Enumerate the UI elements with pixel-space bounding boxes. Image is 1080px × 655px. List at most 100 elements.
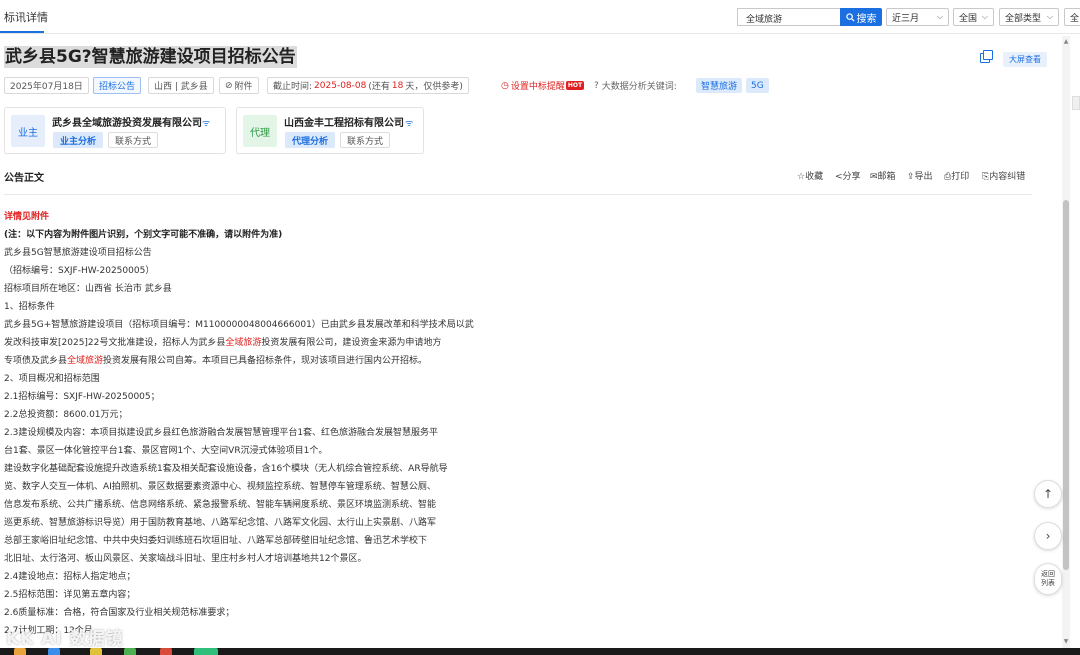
report-error-label: 内容纠错 (989, 172, 1026, 182)
chevron-right-circle-icon: › (1045, 529, 1051, 543)
body-line: 2.3建设规模及内容：本项目拟建设武乡县红色旅游融合发展智慧管理平台1套、红色旅… (4, 428, 439, 438)
favorite-label: 收藏 (805, 172, 824, 182)
deadline-prefix: 截止时间: (273, 82, 313, 92)
share-button[interactable]: <分享 (835, 169, 861, 182)
body-line: （招标编号：SXJF-HW-20250005） (4, 266, 155, 276)
tab-bid-detail[interactable]: 标讯详情 (4, 9, 48, 25)
active-tab-indicator (0, 31, 44, 33)
print-button[interactable]: ⎙打印 (944, 169, 969, 182)
watermark-logo: KK AI 数据镜 (6, 629, 124, 649)
body-line: 2、项目概况和招标范围 (4, 374, 100, 384)
follow-eye-icon[interactable]: ᯤ (202, 116, 210, 129)
owner-analysis-button[interactable]: 业主分析 (53, 132, 103, 148)
owner-name[interactable]: 武乡县全域旅游投资发展有限公司 (52, 114, 202, 129)
deadline: 截止时间: 2025-08-08 (还有 18 天，仅供参考) (267, 77, 469, 94)
time-range-select[interactable]: 近三月 ⌵ (886, 8, 949, 26)
agent-card: 代理 山西金丰工程招标有限公司 ᯤ 代理分析 联系方式 (236, 107, 424, 154)
export-icon: ⇪ (907, 172, 915, 182)
deadline-days: 18 (391, 80, 404, 91)
body-line: 2.1招标编号：SXJF-HW-20250005； (4, 392, 160, 402)
body-line: 总部王家峪旧址纪念馆、中共中央妇委妇训练班石坎垣旧址、八路军总部砖壁旧址纪念馆、… (4, 536, 428, 546)
alarm-clock-icon: ◷ (501, 80, 509, 91)
paperclip-icon: ⊘ (225, 80, 233, 91)
help-icon: ? (594, 80, 599, 91)
keyword-highlight: 全域旅游 (67, 356, 104, 366)
keyword-tag[interactable]: 5G (746, 78, 769, 93)
body-line: 武乡县5G智慧旅游建设项目招标公告 (4, 248, 152, 258)
scroll-up-arrow-icon[interactable]: ▲ (1062, 38, 1070, 45)
search-button-label: 搜索 (856, 13, 877, 25)
search-icon (845, 12, 855, 22)
body-line: 2.5招标范围：详见第五章内容； (4, 590, 136, 600)
back-to-top-button[interactable]: ↑ (1034, 480, 1062, 508)
owner-role-badge: 业主 (11, 115, 45, 147)
body-line: 武乡县5G+智慧旅游建设项目（招标项目编号：M11000000480046660… (4, 320, 474, 330)
taskbar-app-icon[interactable] (160, 648, 172, 655)
next-button[interactable]: › (1034, 522, 1062, 550)
scroll-down-arrow-icon[interactable]: ▼ (1062, 638, 1070, 645)
side-panel-handle[interactable] (1072, 96, 1080, 110)
divider (4, 194, 1032, 195)
region-tag: 山西 | 武乡县 (148, 77, 214, 94)
keywords-label: ? 大数据分析关键词: (594, 77, 677, 94)
taskbar-app-icon[interactable] (90, 648, 102, 655)
back-label: 返回 (1041, 570, 1055, 578)
deadline-date: 2025-08-08 (314, 80, 367, 91)
body-line: 1、招标条件 (4, 302, 55, 312)
more-select[interactable]: 全 (1064, 8, 1080, 26)
back-to-list-button[interactable]: 返回 列表 (1034, 563, 1062, 595)
export-label: 导出 (914, 172, 933, 182)
type-select[interactable]: 全部类型 ⌵ (999, 8, 1059, 26)
attachment-link[interactable]: ⊘ 附件 (219, 77, 259, 94)
announcement-type-tag[interactable]: 招标公告 (93, 77, 142, 94)
agent-name[interactable]: 山西金丰工程招标有限公司 (284, 114, 404, 129)
agent-analysis-button[interactable]: 代理分析 (285, 132, 335, 148)
keyword-highlight: 全域旅游 (225, 338, 262, 348)
share-label: 分享 (842, 172, 861, 182)
taskbar-app-icon[interactable] (124, 648, 136, 655)
keyword-tag[interactable]: 智慧旅游 (696, 78, 743, 93)
body-line: 巡更系统、智慧旅游标识导览）用于国防教育基地、八路军纪念馆、八路军文化园、太行山… (4, 518, 437, 528)
announcement-title: 武乡县5G?智慧旅游建设项目招标公告 (4, 46, 297, 68)
section-title: 公告正文 (4, 173, 44, 184)
body-line: 建设数字化基础配套设施提升改造系统1套及相关配套设施设备，含16个模块（无人机综… (4, 464, 448, 474)
body-line: 专项债及武乡县全域旅游投资发展有限公司自筹。本项目已具备招标条件，现对该项目进行… (4, 355, 427, 367)
report-error-button[interactable]: ⎘内容纠错 (982, 169, 1025, 182)
agent-contact-button[interactable]: 联系方式 (340, 132, 390, 148)
taskbar-app-icon[interactable] (194, 648, 218, 655)
favorite-button[interactable]: ☆收藏 (797, 169, 823, 182)
bigscreen-button[interactable]: 大屏查看 (1003, 52, 1047, 67)
body-line: 发改科技审发[2025]22号文批准建设，招标人为武乡县全域旅游投资发展有限公司… (4, 337, 441, 349)
agent-role-badge: 代理 (243, 115, 277, 147)
body-line: 北旧址、太行洛河、板山风景区、关家垴战斗旧址、里庄村乡村人才培训基地共12个景区… (4, 554, 367, 564)
email-button[interactable]: ✉邮箱 (870, 169, 896, 182)
body-line: 览、数字人交互一体机、AI拍照机、景区数据要素资源中心、视频监控系统、智慧停车管… (4, 482, 436, 492)
region-select[interactable]: 全国 ⌵ (953, 8, 994, 26)
region-value: 全国 (959, 13, 978, 24)
taskbar-app-icon[interactable] (14, 648, 26, 655)
export-button[interactable]: ⇪导出 (907, 169, 933, 182)
body-line: 台1套、景区一体化管控平台1套、景区官网1个、大空间VR沉浸式体验项目1个。 (4, 446, 328, 456)
arrow-up-icon: ↑ (1042, 487, 1054, 501)
email-label: 邮箱 (877, 172, 896, 182)
taskbar-app-icon[interactable] (48, 648, 60, 655)
more-value: 全 (1070, 13, 1080, 24)
owner-card: 业主 武乡县全域旅游投资发展有限公司 ᯤ 业主分析 联系方式 (4, 107, 226, 154)
page: 标讯详情 全域旅游 搜索 近三月 ⌵ 全国 ⌵ 全部类型 ⌵ 全 武乡县5G?智慧旅游… (0, 0, 1080, 655)
star-icon: ☆ (797, 172, 806, 182)
search-button[interactable]: 搜索 (840, 8, 882, 26)
owner-contact-button[interactable]: 联系方式 (108, 132, 158, 148)
body-line: 信息发布系统、公共广播系统、信息网络系统、紧急报警系统、智能车辆闸度系统、景区环… (4, 500, 437, 510)
copy-icon[interactable] (980, 50, 993, 63)
list-label: 列表 (1041, 579, 1055, 587)
body-text: 专项债及武乡县 (4, 356, 68, 366)
see-attachment-link[interactable]: 详情见附件 (4, 211, 49, 223)
type-value: 全部类型 (1005, 13, 1042, 24)
scrollbar-thumb[interactable] (1063, 200, 1069, 570)
follow-eye-icon[interactable]: ᯤ (405, 116, 413, 129)
body-line: 2.2总投资额：8600.01万元； (4, 410, 128, 420)
keywords-label-text: 大数据分析关键词: (601, 82, 677, 92)
hot-badge: HOT (565, 81, 585, 90)
search-input[interactable]: 全域旅游 (737, 8, 841, 26)
win-alert-link[interactable]: ◷ 设置中标提醒 HOT (501, 77, 585, 94)
